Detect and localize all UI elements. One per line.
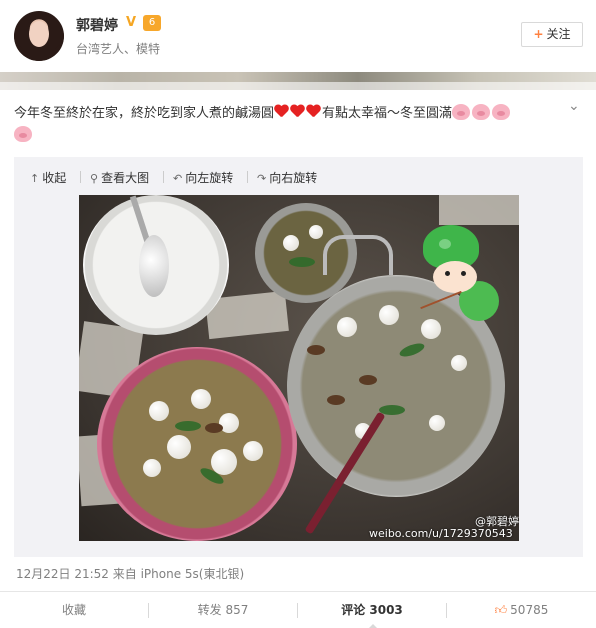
comment-button[interactable]: 评论 3003	[298, 592, 446, 628]
heart-emoji-icon	[274, 105, 289, 119]
rotate-right-button[interactable]: ↷ 向右旋转	[257, 169, 317, 186]
pig-emoji-icon	[452, 104, 471, 120]
active-tab-indicator	[368, 624, 378, 628]
post-text-part1: 今年冬至終於在家，終於吃到家人煮的鹹湯圓	[14, 106, 275, 121]
photo-tangyuan	[379, 305, 399, 325]
photo-tangyuan	[191, 389, 211, 409]
photo-pink-bowl	[97, 347, 297, 541]
repost-label: 转发 857	[197, 603, 249, 617]
rotate-left-label: 向左旋转	[185, 171, 234, 185]
pig-emoji-icon	[472, 104, 491, 120]
heart-emoji-icon	[306, 105, 321, 119]
avatar-hair	[14, 11, 64, 61]
post-text-part2: 有點太幸福～冬至圓滿	[322, 106, 453, 121]
favorite-label: 收藏	[61, 603, 86, 617]
view-large-label: 查看大图	[101, 171, 150, 185]
media-box: ↑ 收起 ⚲ 查看大图 ↶ 向左旋转 ↷ 向右旋转 @郭碧婷 weibo.com…	[14, 157, 583, 557]
pig-emoji-icon	[492, 104, 511, 120]
photo-tangyuan	[149, 401, 169, 421]
chevron-down-icon[interactable]: ⌄	[568, 98, 580, 114]
post-timestamp-source[interactable]: 12月22日 21:52 来自 iPhone 5s(東北银)	[16, 565, 244, 582]
sticker-eye	[445, 271, 450, 276]
photo-greens	[175, 421, 201, 431]
favorite-button[interactable]: 收藏	[0, 592, 148, 628]
follow-button[interactable]: + 关注	[521, 22, 583, 47]
sticker-eye	[461, 271, 466, 276]
vip-badge-icon[interactable]: 6	[143, 15, 161, 31]
pig-emoji-icon	[14, 126, 32, 142]
cartoon-sticker-icon	[419, 219, 509, 329]
photo-tangyuan	[243, 441, 263, 461]
photo-tangyuan	[167, 435, 191, 459]
thumbs-up-icon: 👍︎	[494, 603, 508, 617]
photo-mushroom	[327, 395, 345, 405]
rotate-left-button[interactable]: ↶ 向左旋转	[173, 169, 233, 186]
photo-tangyuan	[337, 317, 357, 337]
post-photo[interactable]: @郭碧婷 weibo.com/u/1729370543	[79, 195, 519, 541]
photo-tangyuan	[283, 235, 299, 251]
rotate-left-icon: ↶	[173, 172, 183, 185]
photo-tangyuan	[309, 225, 323, 239]
photo-pot-handle	[323, 235, 393, 275]
photo-greens	[289, 257, 315, 267]
sticker-face	[433, 261, 477, 293]
verified-badge-icon[interactable]: V	[126, 15, 136, 30]
photo-tangyuan	[429, 415, 445, 431]
rotate-right-label: 向右旋转	[269, 171, 318, 185]
comment-label: 评论 3003	[341, 603, 403, 617]
photo-tangyuan	[451, 355, 467, 371]
rotate-right-icon: ↷	[257, 172, 267, 185]
toolbar-divider	[163, 171, 164, 183]
photo-watermark-url: weibo.com/u/1729370543	[369, 527, 513, 540]
photo-spoon	[139, 235, 169, 297]
photo-tangyuan	[143, 459, 161, 477]
collapse-label: 收起	[42, 171, 67, 185]
like-count: 50785	[510, 603, 549, 617]
like-button[interactable]: 👍︎ 50785	[447, 592, 596, 628]
post-text: 今年冬至終於在家，終於吃到家人煮的鹹湯圓 有點太幸福～冬至圓滿	[14, 103, 576, 147]
view-large-button[interactable]: ⚲ 查看大图	[90, 169, 149, 186]
cover-banner-strip	[0, 72, 596, 90]
photo-mushroom	[205, 423, 223, 433]
plus-icon: +	[533, 27, 544, 41]
post-header: 郭碧婷 V 6 台湾艺人、模特 + 关注	[0, 0, 596, 74]
repost-button[interactable]: 转发 857	[149, 592, 297, 628]
photo-mushroom	[359, 375, 377, 385]
username[interactable]: 郭碧婷	[76, 15, 118, 35]
arrow-up-icon: ↑	[30, 172, 40, 185]
collapse-button[interactable]: ↑ 收起	[30, 169, 66, 186]
search-icon: ⚲	[90, 172, 99, 185]
heart-emoji-icon	[290, 105, 305, 119]
user-description: 台湾艺人、模特	[76, 42, 161, 56]
toolbar-divider	[247, 171, 248, 183]
follow-label: 关注	[546, 27, 571, 41]
toolbar-divider	[80, 171, 81, 183]
action-bar: 收藏 转发 857 评论 3003 👍︎ 50785	[0, 591, 596, 628]
avatar[interactable]	[14, 11, 64, 61]
sticker-chopsticks	[420, 290, 462, 310]
photo-mushroom	[307, 345, 325, 355]
